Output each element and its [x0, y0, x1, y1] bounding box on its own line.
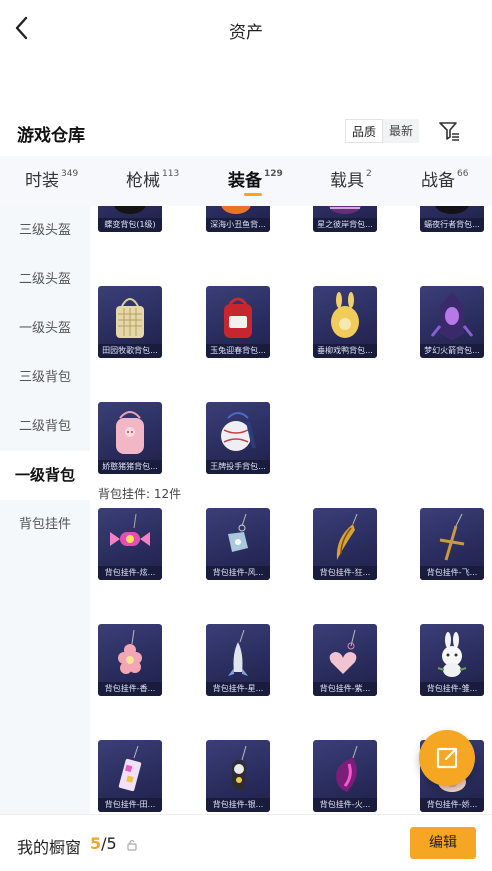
- sidebar-item-level3-helmet[interactable]: 三级头盔: [0, 206, 90, 255]
- sort-toggle: 品质 最新: [345, 119, 420, 143]
- showcase-bar: 我的橱窗 5/5 编辑: [0, 814, 492, 871]
- card-pendant-icon: [98, 740, 162, 800]
- item-card[interactable]: 垂柳戏鸭背包...: [313, 286, 377, 358]
- backpack-icon: [98, 286, 162, 346]
- item-name: 背包挂件-紫...: [313, 682, 377, 696]
- item-card[interactable]: 背包挂件-风...: [206, 508, 270, 580]
- item-card[interactable]: 背包挂件-田...: [98, 740, 162, 812]
- backpack-icon: [206, 286, 270, 346]
- item-name: 王牌投手背包...: [206, 460, 270, 474]
- sort-newest-button[interactable]: 最新: [383, 119, 419, 143]
- sidebar-item-level1-helmet[interactable]: 一级头盔: [0, 304, 90, 353]
- item-card[interactable]: 蝠夜行者背包...: [420, 206, 484, 232]
- tab-equipment[interactable]: 装备 129: [228, 156, 283, 206]
- sidebar-item-backpack-pendant[interactable]: 背包挂件: [0, 500, 90, 549]
- external-link-icon: [436, 747, 458, 769]
- tab-fashion[interactable]: 时装 349: [25, 156, 78, 206]
- item-card[interactable]: 背包挂件-狂...: [313, 508, 377, 580]
- section-title: 游戏仓库: [17, 126, 85, 146]
- category-tabs: 时装 349 枪械 113 装备 129 载具 2 战备 66: [0, 156, 492, 206]
- item-name: 背包挂件-火...: [313, 798, 377, 812]
- blade-pendant-icon: [313, 508, 377, 568]
- sidebar-item-level1-backpack[interactable]: 一级背包: [0, 451, 90, 500]
- backpack-icon: [313, 286, 377, 346]
- item-card[interactable]: 背包挂件-火...: [313, 740, 377, 812]
- item-name: 田园牧歌背包...: [98, 344, 162, 358]
- share-button[interactable]: [419, 730, 475, 786]
- item-card[interactable]: 星之彼岸背包...: [313, 206, 377, 232]
- backpack-icon: [206, 402, 270, 462]
- sidebar-item-level3-backpack[interactable]: 三级背包: [0, 353, 90, 402]
- backpack-icon: [98, 402, 162, 462]
- tag-pendant-icon: [206, 508, 270, 568]
- item-card[interactable]: 背包挂件-雏...: [420, 624, 484, 696]
- lock-icon: [126, 837, 138, 851]
- item-name: 背包挂件-银...: [206, 798, 270, 812]
- item-name: 蝠夜行者背包...: [420, 218, 484, 232]
- item-card[interactable]: 深海小丑鱼背...: [206, 206, 270, 232]
- item-card[interactable]: 蝶变背包(1级): [98, 206, 162, 232]
- top-bar: 资产: [0, 0, 492, 58]
- tab-firearms[interactable]: 枪械 113: [126, 156, 179, 206]
- showcase-count: 5/5: [90, 834, 117, 853]
- item-name: 背包挂件-飞...: [420, 566, 484, 580]
- tab-supplies[interactable]: 战备 66: [421, 156, 468, 206]
- rocket-pendant-icon: [206, 624, 270, 684]
- item-card[interactable]: 背包挂件-星...: [206, 624, 270, 696]
- cross-pendant-icon: [420, 508, 484, 568]
- item-card[interactable]: 背包挂件-飞...: [420, 508, 484, 580]
- tab-vehicles[interactable]: 载具 2: [330, 156, 372, 206]
- item-name: 背包挂件-炫...: [98, 566, 162, 580]
- item-card[interactable]: 娇憨猪猪背包...: [98, 402, 162, 474]
- fire-pendant-icon: [313, 740, 377, 800]
- showcase-label: 我的橱窗: [17, 838, 82, 857]
- sidebar-item-level2-backpack[interactable]: 二级背包: [0, 402, 90, 451]
- sidebar-item-level2-helmet[interactable]: 二级头盔: [0, 255, 90, 304]
- item-name: 玉兔迎春背包...: [206, 344, 270, 358]
- item-card[interactable]: 背包挂件-银...: [206, 740, 270, 812]
- heart-pendant-icon: [313, 624, 377, 684]
- item-name: 垂柳戏鸭背包...: [313, 344, 377, 358]
- item-card[interactable]: 田园牧歌背包...: [98, 286, 162, 358]
- item-grid: 蝶变背包(1级) 深海小丑鱼背... 星之彼岸背包... 蝠夜行者背包... 田…: [90, 206, 492, 814]
- sidebar: 三级头盔 二级头盔 一级头盔 三级背包 二级背包 一级背包 背包挂件: [0, 206, 90, 814]
- capsule-pendant-icon: [206, 740, 270, 800]
- item-name: 蝶变背包(1级): [98, 218, 162, 232]
- pendant-count-label: 背包挂件: 12件: [98, 487, 182, 501]
- item-name: 娇憨猪猪背包...: [98, 460, 162, 474]
- active-tab-indicator: [244, 193, 262, 196]
- sort-quality-button[interactable]: 品质: [345, 119, 384, 143]
- item-name: 星之彼岸背包...: [313, 218, 377, 232]
- item-name: 背包挂件-风...: [206, 566, 270, 580]
- item-card[interactable]: 玉兔迎春背包...: [206, 286, 270, 358]
- item-name: 背包挂件-狂...: [313, 566, 377, 580]
- filter-icon[interactable]: [437, 119, 461, 143]
- item-card[interactable]: 背包挂件-香...: [98, 624, 162, 696]
- item-name: 背包挂件-香...: [98, 682, 162, 696]
- edit-button[interactable]: 编辑: [410, 827, 476, 859]
- flower-pendant-icon: [98, 624, 162, 684]
- backpack-icon: [420, 286, 484, 346]
- item-name: 背包挂件-田...: [98, 798, 162, 812]
- item-card[interactable]: 王牌投手背包...: [206, 402, 270, 474]
- item-name: 背包挂件-星...: [206, 682, 270, 696]
- bunny-pendant-icon: [420, 624, 484, 684]
- item-card[interactable]: 背包挂件-紫...: [313, 624, 377, 696]
- item-name: 梦幻火箭背包...: [420, 344, 484, 358]
- candy-pendant-icon: [98, 508, 162, 568]
- item-name: 背包挂件-娇...: [420, 798, 484, 812]
- item-card[interactable]: 梦幻火箭背包...: [420, 286, 484, 358]
- item-name: 背包挂件-雏...: [420, 682, 484, 696]
- page-title: 资产: [229, 23, 263, 43]
- item-name: 深海小丑鱼背...: [206, 218, 270, 232]
- item-card[interactable]: 背包挂件-炫...: [98, 508, 162, 580]
